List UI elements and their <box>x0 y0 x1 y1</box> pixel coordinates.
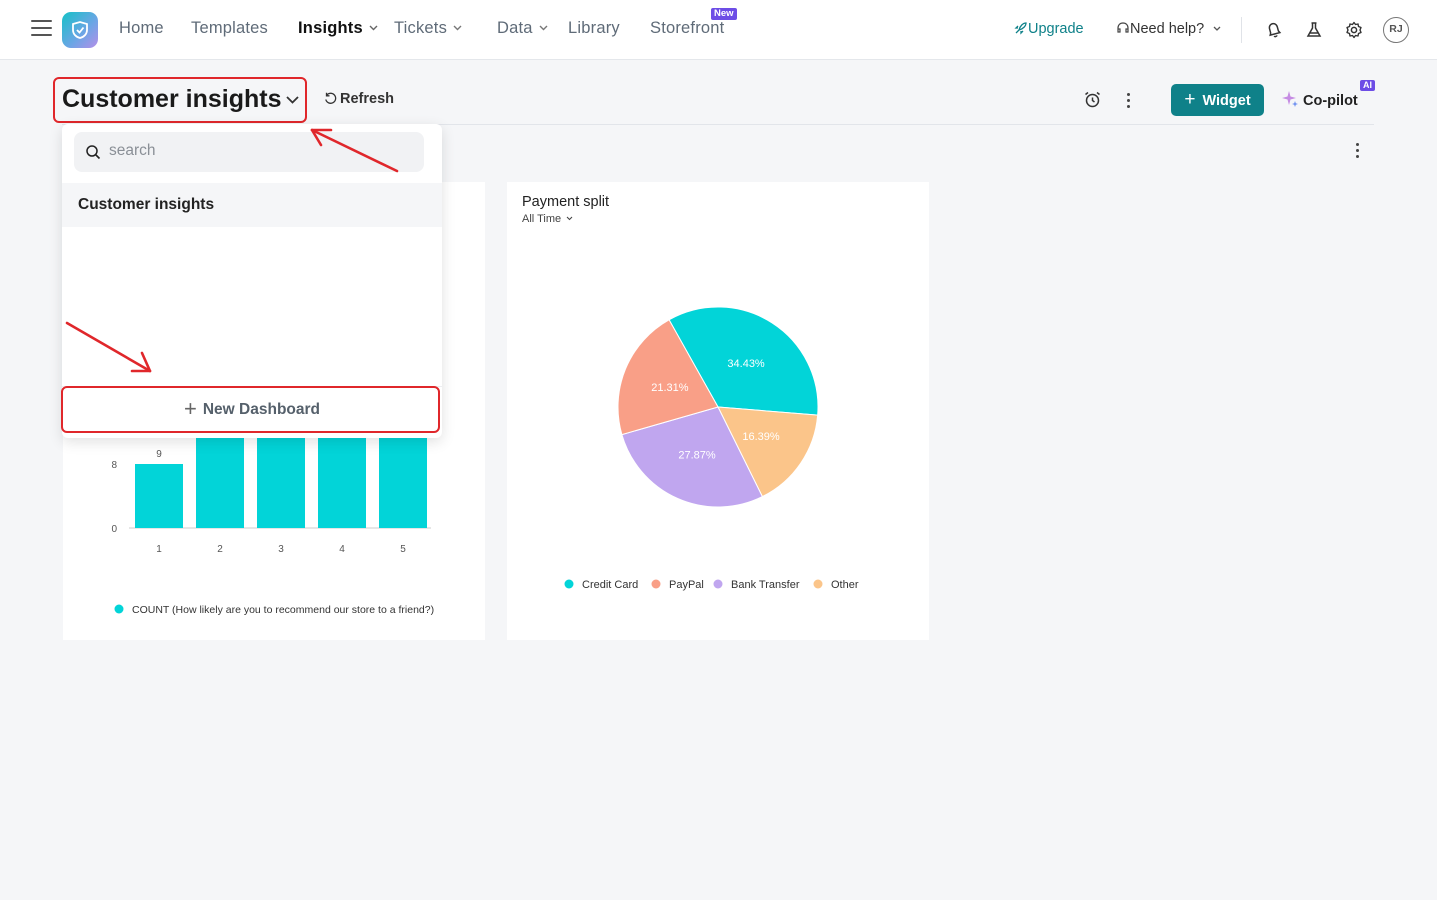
plus-icon: + <box>184 396 197 421</box>
bar <box>318 432 366 528</box>
dashboard-search[interactable] <box>74 132 424 172</box>
payment-pie-chart: 34.43% 16.39% 27.87% 21.31% Credit Card PayPa… <box>564 306 859 591</box>
dashboard-list-item[interactable]: Customer insights <box>62 183 442 227</box>
nav-home[interactable]: Home <box>119 19 164 38</box>
copilot-label: Co-pilot <box>1303 93 1358 109</box>
alarm-clock-icon[interactable] <box>1083 90 1102 109</box>
slice-label: 34.43% <box>727 358 765 370</box>
legend-dot <box>813 579 823 589</box>
legend-dot <box>564 579 574 589</box>
chevron-down-icon <box>539 25 548 31</box>
bar <box>196 432 244 528</box>
legend-label: Other <box>831 579 859 591</box>
app-logo[interactable] <box>62 12 98 48</box>
x-tick-label: 5 <box>400 544 406 555</box>
legend-label: Bank Transfer <box>731 579 800 591</box>
dashboard-title[interactable]: Customer insights <box>62 85 281 114</box>
divider <box>1241 17 1242 43</box>
slice-label: 16.39% <box>742 431 780 443</box>
x-tick-label: 4 <box>339 544 345 555</box>
data-label: 9 <box>156 449 162 460</box>
legend-dot <box>651 579 661 589</box>
y-tick-label: 0 <box>111 524 117 535</box>
nav-data[interactable]: Data <box>497 19 548 38</box>
upgrade-link[interactable]: Upgrade <box>1014 21 1084 37</box>
payment-split-card: Payment split All Time 34.43% 16.39% 27.87… <box>507 182 929 640</box>
refresh-icon <box>325 92 337 104</box>
nav-data-label: Data <box>497 19 533 37</box>
upgrade-label: Upgrade <box>1028 21 1084 37</box>
section-more-options-icon[interactable] <box>1356 143 1360 161</box>
legend-label: COUNT (How likely are you to recommend o… <box>132 604 434 616</box>
legend-dot <box>713 579 723 589</box>
need-help-label: Need help? <box>1130 21 1205 37</box>
nav-tickets-label: Tickets <box>394 19 448 37</box>
top-navbar: Home Templates Insights Tickets Data Lib… <box>0 0 1437 60</box>
need-help-menu[interactable]: Need help? <box>1116 21 1221 37</box>
rocket-icon <box>1014 22 1027 35</box>
plus-icon: + <box>1184 89 1196 110</box>
nav-tickets[interactable]: Tickets <box>394 19 462 38</box>
slice-label: 21.31% <box>651 382 689 394</box>
avatar[interactable]: RJ <box>1383 17 1409 43</box>
flask-icon[interactable] <box>1304 20 1324 40</box>
search-icon <box>86 145 101 160</box>
add-widget-button[interactable]: + Widget <box>1171 84 1264 116</box>
nav-templates[interactable]: Templates <box>191 19 268 38</box>
more-options-icon[interactable] <box>1127 93 1131 111</box>
nav-insights-label: Insights <box>298 19 363 37</box>
legend-label: Credit Card <box>582 579 638 591</box>
y-tick-label: 8 <box>111 460 117 471</box>
x-tick-label: 3 <box>278 544 284 555</box>
nav-insights[interactable]: Insights <box>298 19 378 38</box>
bar <box>257 432 305 528</box>
dashboard-dropdown: Customer insights + New Dashboard <box>62 124 442 438</box>
x-tick-label: 2 <box>217 544 223 555</box>
bar <box>135 464 183 528</box>
refresh-label: Refresh <box>340 91 394 107</box>
bar <box>379 432 427 528</box>
gear-icon[interactable] <box>1344 20 1364 40</box>
ai-badge: AI <box>1360 80 1375 91</box>
widget-label: Widget <box>1202 93 1251 109</box>
chevron-down-icon <box>453 25 462 31</box>
sparkle-icon <box>1282 91 1298 107</box>
legend-dot <box>114 604 124 614</box>
slice-label: 27.87% <box>678 450 716 462</box>
headset-icon <box>1117 22 1129 33</box>
nav-storefront[interactable]: Storefront <box>650 19 724 38</box>
legend-label: PayPal <box>669 579 704 591</box>
x-tick-label: 1 <box>156 544 162 555</box>
chevron-down-icon <box>1213 26 1221 31</box>
new-badge: New <box>711 8 737 20</box>
chevron-down-icon <box>369 25 378 31</box>
bell-icon[interactable] <box>1264 20 1284 40</box>
copilot-button[interactable]: Co-pilot <box>1281 90 1358 109</box>
refresh-button[interactable]: Refresh <box>324 91 394 107</box>
nav-library[interactable]: Library <box>568 19 620 38</box>
new-dashboard-button[interactable]: + New Dashboard <box>62 386 442 430</box>
search-input[interactable] <box>109 142 409 160</box>
hamburger-menu-icon[interactable] <box>31 20 52 38</box>
new-dashboard-label: New Dashboard <box>202 401 320 418</box>
chevron-down-icon[interactable] <box>285 95 300 105</box>
